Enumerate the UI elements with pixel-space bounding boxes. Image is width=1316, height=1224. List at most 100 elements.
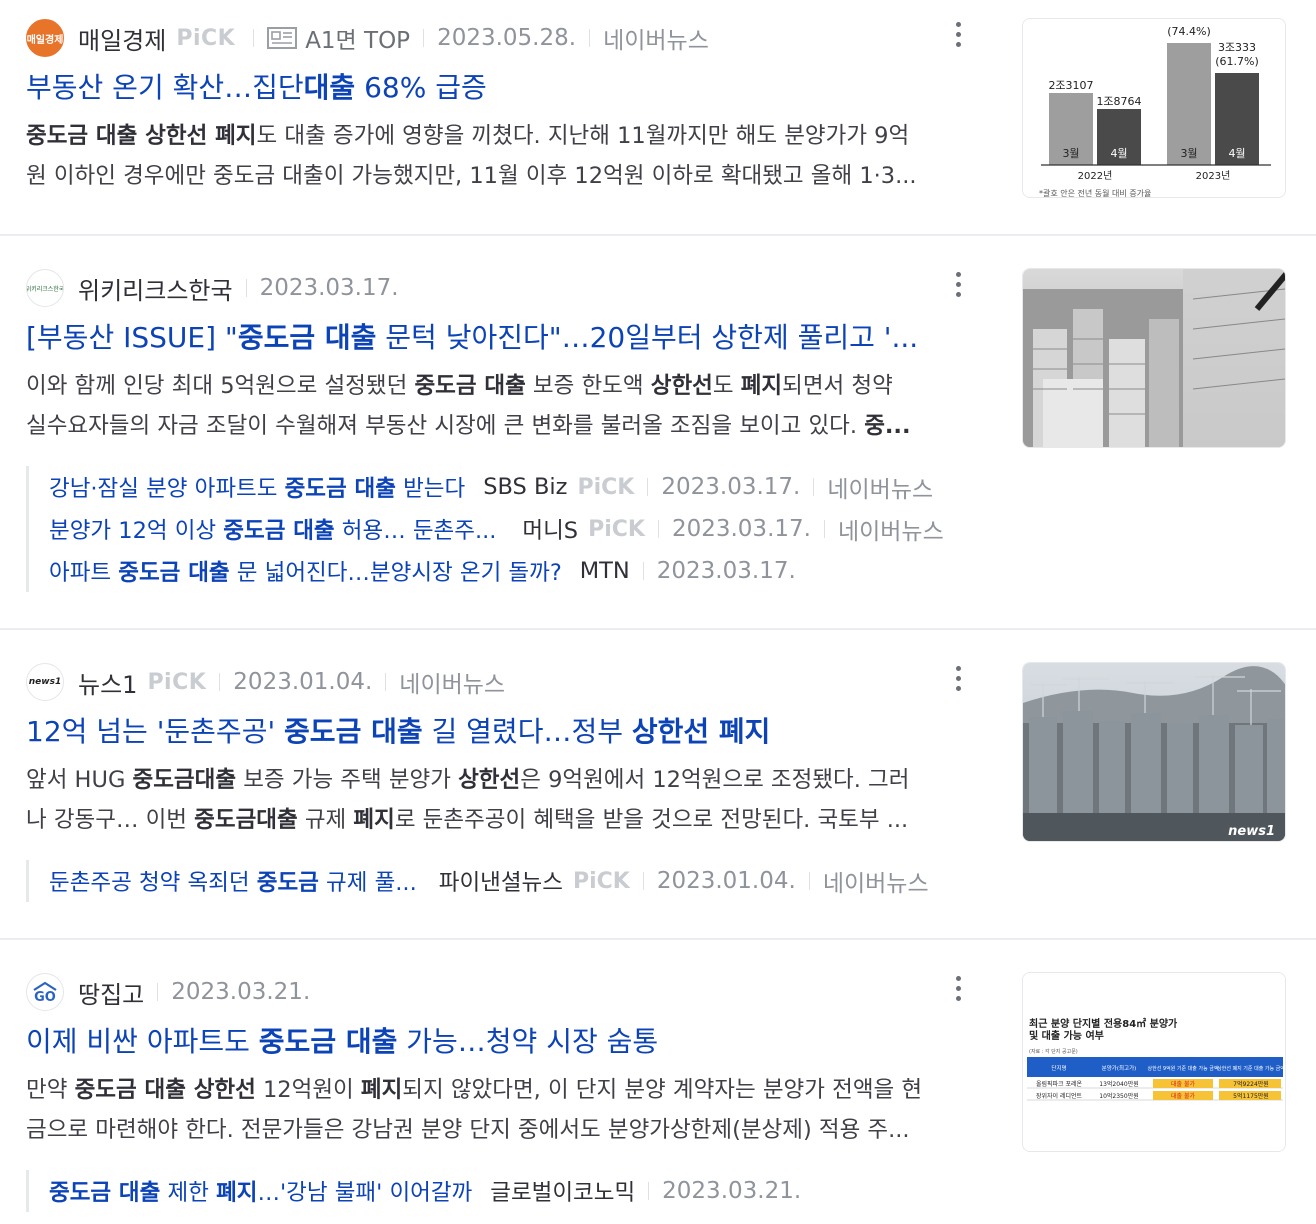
- source-row: news1 뉴스1 PiCK 2023.01.04. 네이버뉴스: [26, 662, 505, 702]
- svg-text:*괄호 안은 전년 동월 대비 증가율: *괄호 안은 전년 동월 대비 증가율: [1039, 188, 1151, 198]
- divider: [0, 234, 1316, 236]
- separator: [423, 29, 425, 47]
- svg-text:올림픽파크 포레온: 올림픽파크 포레온: [1036, 1080, 1083, 1088]
- related-press-name[interactable]: MTN: [580, 558, 630, 584]
- svg-text:3월: 3월: [1062, 147, 1079, 160]
- article-thumbnail[interactable]: news1: [1022, 662, 1286, 842]
- article-description: 만약 중도금 대출 상한선 12억원이 폐지되지 않았다면, 이 단지 분양 계…: [26, 1077, 923, 1143]
- svg-text:장위자이 레디언트: 장위자이 레디언트: [1036, 1092, 1083, 1100]
- date: 2023.01.04.: [656, 868, 796, 894]
- construction-site-photo: news1: [1023, 663, 1285, 841]
- svg-text:13억2040만원: 13억2040만원: [1099, 1080, 1138, 1088]
- loan-table-image: 최근 분양 단지별 전용84㎡ 분양가 및 대출 가능 여부 (자료 : 각 단…: [1023, 973, 1285, 1151]
- separator: [657, 520, 659, 538]
- press-logo[interactable]: news1: [26, 663, 64, 701]
- house-roof-icon: [33, 981, 57, 991]
- naver-news-link[interactable]: 네이버뉴스: [823, 864, 929, 898]
- press-name[interactable]: 매일경제: [78, 21, 166, 56]
- date: 2023.03.17.: [259, 275, 399, 301]
- related-news-title[interactable]: 강남·잠실 분양 아파트도 중도금 대출 받는다: [49, 471, 465, 503]
- separator: [642, 872, 644, 890]
- date: 2023.03.17.: [656, 558, 796, 584]
- article-title[interactable]: [부동산 ISSUE] "중도금 대출 문턱 낮아진다"…20일부터 상한제 풀…: [26, 318, 946, 358]
- article-description: 이와 함께 인당 최대 5억원으로 설정됐던 중도금 대출 보증 한도액 상한선…: [26, 373, 911, 439]
- naver-news-link[interactable]: 네이버뉴스: [838, 512, 944, 546]
- press-logo-text: GO: [34, 989, 56, 1005]
- naver-news-link[interactable]: 네이버뉴스: [603, 21, 709, 55]
- date: 2023.03.21.: [662, 1178, 802, 1204]
- svg-text:대출 불가: 대출 불가: [1171, 1092, 1195, 1100]
- related-news-title[interactable]: 중도금 대출 제한 폐지…'강남 불패' 이어갈까: [49, 1175, 472, 1207]
- svg-text:3조333: 3조333: [1218, 41, 1256, 54]
- divider: [0, 938, 1316, 940]
- separator: [808, 872, 810, 890]
- more-options-button[interactable]: [948, 658, 968, 698]
- article-description: 중도금 대출 상한선 폐지도 대출 증가에 영향을 끼쳤다. 지난해 11월까지…: [26, 123, 917, 189]
- newspaper-icon: [267, 26, 298, 50]
- article-title[interactable]: 이제 비싼 아파트도 중도금 대출 가능…청약 시장 숨통: [26, 1022, 946, 1062]
- related-news-title[interactable]: 둔촌주공 청약 옥죄던 중도금 규제 풀...: [49, 865, 417, 897]
- bar-chart-image: 2조3107 1조8764 (74.4%) 3조333 (61.7%) 3월 4…: [1023, 19, 1285, 198]
- more-options-button[interactable]: [948, 264, 968, 304]
- related-press-name[interactable]: 머니S: [522, 513, 578, 545]
- related-press-name[interactable]: 파이낸셜뉴스: [439, 865, 563, 897]
- separator: [253, 29, 255, 47]
- svg-text:(자료 : 각 단지 공고문): (자료 : 각 단지 공고문): [1029, 1048, 1078, 1055]
- svg-text:3월: 3월: [1180, 147, 1197, 160]
- svg-text:7억9224만원: 7억9224만원: [1233, 1080, 1269, 1088]
- source-row: 매일경제 매일경제 PiCK A1면 TOP 2023.05.28. 네이버뉴스: [26, 18, 709, 58]
- naver-news-link[interactable]: 네이버뉴스: [399, 665, 505, 699]
- related-press-name[interactable]: 글로벌이코노믹: [490, 1175, 635, 1207]
- article-title[interactable]: 12억 넘는 '둔촌주공' 중도금 대출 길 열렸다…정부 상한선 폐지: [26, 712, 946, 752]
- press-name[interactable]: 땅집고: [78, 975, 144, 1010]
- svg-text:상한선 폐지 기준 대출 가능 금액: 상한선 폐지 기준 대출 가능 금액: [1217, 1065, 1285, 1072]
- svg-text:및 대출 가능 여부: 및 대출 가능 여부: [1029, 1029, 1104, 1042]
- related-news-title[interactable]: 분양가 12억 이상 중도금 대출 허용… 둔촌주...: [49, 513, 496, 545]
- date: 2023.03.17.: [671, 516, 811, 542]
- date: 2023.03.21.: [171, 979, 311, 1005]
- svg-text:2조3107: 2조3107: [1048, 79, 1093, 92]
- press-logo[interactable]: 매일경제: [26, 19, 64, 57]
- more-options-button[interactable]: [948, 14, 968, 54]
- svg-text:단지명: 단지명: [1051, 1064, 1066, 1072]
- press-name[interactable]: 위키리크스한국: [78, 271, 233, 306]
- date: 2023.03.17.: [661, 474, 801, 500]
- press-logo[interactable]: 위키리크스한국: [26, 269, 64, 307]
- date: 2023.01.04.: [233, 669, 373, 695]
- separator: [648, 1182, 650, 1200]
- section-label: A1면 TOP: [305, 28, 411, 54]
- svg-text:상한선 9억원 기준 대출 가능 금액: 상한선 9억원 기준 대출 가능 금액: [1148, 1065, 1219, 1072]
- related-news-title[interactable]: 아파트 중도금 대출 문 넓어진다…분양시장 온기 돌까?: [49, 555, 562, 587]
- separator: [219, 673, 221, 691]
- naver-news-link[interactable]: 네이버뉴스: [827, 470, 933, 504]
- separator: [823, 520, 825, 538]
- pick-badge: PiCK: [176, 25, 236, 51]
- separator: [157, 983, 159, 1001]
- article-title[interactable]: 부동산 온기 확산…집단대출 68% 급증: [26, 68, 946, 108]
- article-thumbnail[interactable]: [1022, 268, 1286, 448]
- date: 2023.05.28.: [437, 25, 577, 51]
- separator: [642, 562, 644, 580]
- press-name[interactable]: 뉴스1: [78, 665, 137, 700]
- svg-text:최근 분양 단지별 전용84㎡ 분양가: 최근 분양 단지별 전용84㎡ 분양가: [1029, 1017, 1178, 1030]
- svg-text:2022년: 2022년: [1078, 170, 1113, 182]
- related-news-list: 강남·잠실 분양 아파트도 중도금 대출 받는다 SBS Biz PiCK 20…: [26, 466, 944, 592]
- press-logo-text: 매일경제: [26, 34, 64, 46]
- article-thumbnail[interactable]: 최근 분양 단지별 전용84㎡ 분양가 및 대출 가능 여부 (자료 : 각 단…: [1022, 972, 1286, 1152]
- press-logo-text: news1: [28, 677, 62, 687]
- svg-text:대출 불가: 대출 불가: [1171, 1080, 1195, 1088]
- related-press-name[interactable]: SBS Biz: [483, 474, 567, 500]
- related-news-item: 둔촌주공 청약 옥죄던 중도금 규제 풀... 파이낸셜뉴스 PiCK 2023…: [29, 860, 929, 902]
- pick-badge: PiCK: [588, 516, 645, 542]
- article-thumbnail[interactable]: 2조3107 1조8764 (74.4%) 3조333 (61.7%) 3월 4…: [1022, 18, 1286, 198]
- svg-text:2023년: 2023년: [1196, 170, 1231, 182]
- svg-text:10억2350만원: 10억2350만원: [1099, 1092, 1138, 1100]
- related-news-list: 둔촌주공 청약 옥죄던 중도금 규제 풀... 파이낸셜뉴스 PiCK 2023…: [26, 860, 929, 902]
- press-logo[interactable]: GO: [26, 973, 64, 1011]
- more-options-button[interactable]: [948, 968, 968, 1008]
- related-news-item: 분양가 12억 이상 중도금 대출 허용… 둔촌주... 머니S PiCK 20…: [29, 508, 944, 550]
- source-row: GO 땅집고 2023.03.21.: [26, 972, 310, 1012]
- separator: [589, 29, 591, 47]
- related-news-list: 중도금 대출 제한 폐지…'강남 불패' 이어갈까 글로벌이코노믹 2023.0…: [26, 1170, 801, 1212]
- svg-text:5억1175만원: 5억1175만원: [1233, 1092, 1269, 1100]
